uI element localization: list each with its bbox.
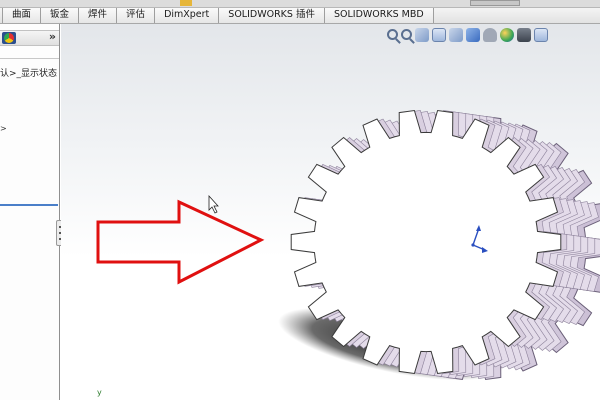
tab-solidworks-addins[interactable]: SOLIDWORKS 插件 [219,8,325,23]
expand-panel-button[interactable]: » [49,30,56,43]
panel-divider [0,204,58,206]
command-manager-tabs: 曲面 钣金 焊件 评估 DimXpert SOLIDWORKS 插件 SOLID… [0,8,600,24]
tab-solidworks-mbd[interactable]: SOLIDWORKS MBD [324,8,434,23]
toolbar-fragment-button[interactable] [470,0,520,6]
tab-weldments[interactable]: 焊件 [79,8,118,23]
gear-model [290,109,600,381]
graphics-area[interactable]: y [61,24,600,400]
model-scene [96,109,600,381]
red-arrow-annotation [96,199,265,285]
tab-sheet-metal[interactable]: 钣金 [41,8,80,23]
feature-manager-panel: » 认>_显示状态 > [0,24,60,400]
display-manager-icon[interactable] [2,32,16,44]
quick-access-strip [0,0,600,8]
feature-manager-header: » [0,30,59,46]
reference-triad-icon: y [97,388,102,397]
tab-surfaces[interactable]: 曲面 [2,8,42,23]
mouse-cursor [208,194,219,214]
configuration-display-state[interactable]: 认>_显示状态 [0,66,57,79]
tab-dimxpert[interactable]: DimXpert [155,8,220,23]
feature-manager-filter[interactable] [0,47,59,59]
toolbar-fragment-icon[interactable] [180,0,192,6]
tree-arrow-icon: > [0,124,7,133]
tab-evaluate[interactable]: 评估 [117,8,156,23]
